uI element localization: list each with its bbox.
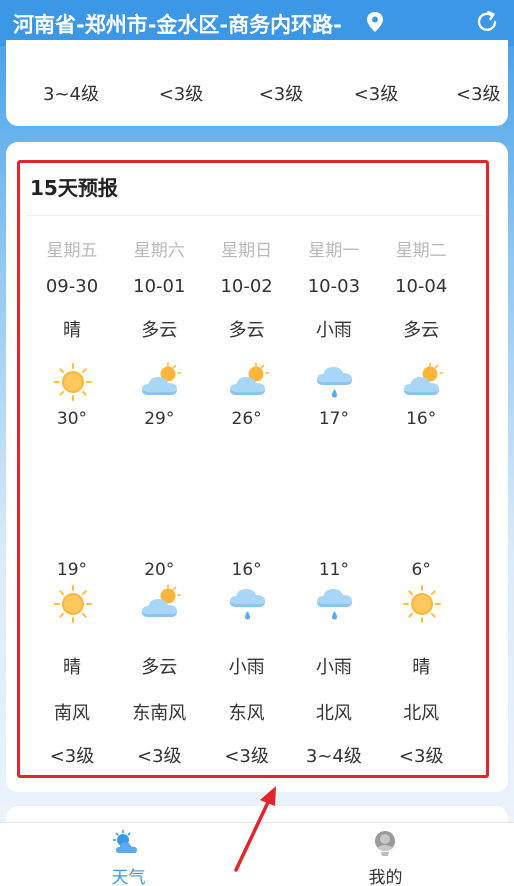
weather-tab-icon [112, 829, 137, 853]
hourly-card: 3~4级 <3级 <3级 <3级 <3级 [6, 40, 508, 126]
tab-mine-label: 我的 [368, 868, 403, 886]
annotation-arrow-icon [234, 786, 276, 872]
location-title[interactable]: 河南省-郑州市-金水区-商务内环路- [13, 9, 342, 39]
top-wind-level-2: <3级 [158, 84, 204, 105]
location-pin-icon[interactable] [365, 11, 385, 33]
top-wind-level-5: <3级 [456, 84, 501, 105]
refresh-icon[interactable] [474, 9, 500, 35]
top-wind-level-1: 3~4级 [43, 84, 99, 105]
top-wind-level-3: <3级 [258, 84, 304, 105]
top-wind-level-4: <3级 [353, 84, 399, 105]
tab-mine[interactable]: 我的 [257, 823, 514, 886]
tab-weather-label: 天气 [111, 868, 146, 886]
tab-weather[interactable]: 天气 [0, 823, 257, 886]
profile-tab-icon [375, 831, 395, 856]
highlight-box [17, 160, 489, 778]
